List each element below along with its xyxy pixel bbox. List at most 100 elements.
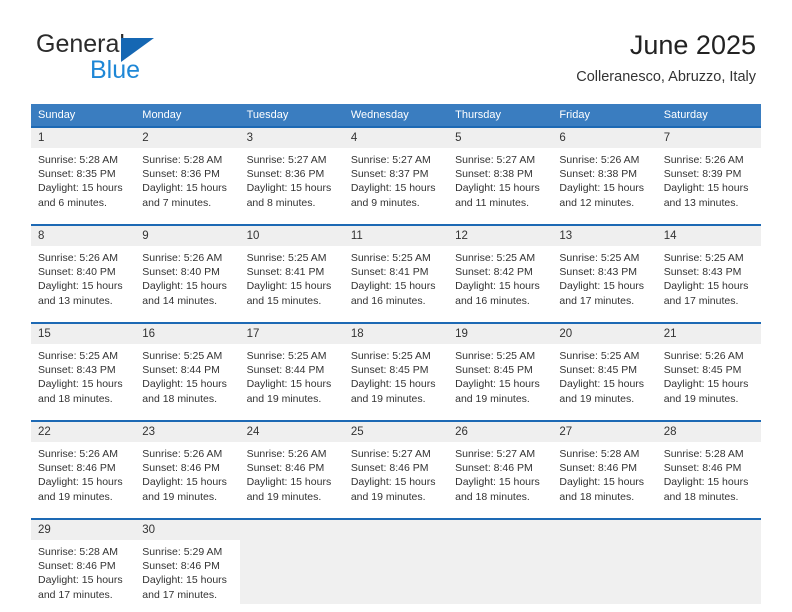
calendar-day-cell[interactable]: 21 Sunrise: 5:26 AM Sunset: 8:45 PM Dayligh…	[656, 322, 761, 408]
calendar-cell	[448, 518, 553, 604]
sunset-text: Sunset: 8:46 PM	[142, 560, 220, 573]
calendar-day-cell[interactable]: 27 Sunrise: 5:28 AM Sunset: 8:46 PM Dayligh…	[552, 420, 657, 506]
sunset-text: Sunset: 8:46 PM	[38, 462, 116, 475]
calendar-cell: 30 Sunrise: 5:29 AM Sunset: 8:46 PM Dayligh…	[135, 518, 240, 604]
calendar-day-cell[interactable]: 15 Sunrise: 5:25 AM Sunset: 8:43 PM Dayligh…	[31, 322, 136, 408]
calendar-day-cell[interactable]: 11 Sunrise: 5:25 AM Sunset: 8:41 PM Dayligh…	[343, 224, 449, 310]
daylight-text-line2: and 17 minutes.	[663, 294, 739, 307]
calendar-day-cell[interactable]: 16 Sunrise: 5:25 AM Sunset: 8:44 PM Dayligh…	[135, 322, 240, 408]
daylight-text-line1: Daylight: 15 hours	[455, 280, 540, 293]
daylight-text-line1: Daylight: 15 hours	[455, 476, 540, 489]
daylight-text-line1: Daylight: 15 hours	[246, 378, 332, 391]
calendar-day-cell[interactable]: 10 Sunrise: 5:25 AM Sunset: 8:41 PM Dayligh…	[239, 224, 344, 310]
day-number-band	[343, 520, 449, 540]
calendar-cell: 6 Sunrise: 5:26 AM Sunset: 8:38 PM Daylight…	[552, 126, 657, 212]
sunrise-text: Sunrise: 5:27 AM	[246, 154, 327, 166]
calendar-day-cell[interactable]: 30 Sunrise: 5:29 AM Sunset: 8:46 PM Dayligh…	[135, 518, 240, 604]
calendar-week-row: 15 Sunrise: 5:25 AM Sunset: 8:43 PM Dayligh…	[31, 322, 761, 408]
day-details: Sunrise: 5:25 AM Sunset: 8:44 PM Daylight:…	[240, 344, 344, 406]
calendar-cell: 23 Sunrise: 5:26 AM Sunset: 8:46 PM Dayligh…	[135, 420, 240, 506]
day-details: Sunrise: 5:27 AM Sunset: 8:37 PM Daylight:…	[344, 148, 448, 210]
logo-text-general: General	[36, 30, 125, 58]
day-details: Sunrise: 5:26 AM Sunset: 8:45 PM Daylight:…	[657, 344, 761, 406]
daylight-text-line1: Daylight: 15 hours	[142, 574, 227, 587]
daylight-text-line1: Daylight: 15 hours	[559, 378, 645, 391]
calendar-day-cell[interactable]: 2 Sunrise: 5:28 AM Sunset: 8:36 PM Daylight…	[135, 126, 240, 212]
weekday-header-friday: Friday	[552, 104, 657, 126]
calendar-page: General Blue June 2025 Colleranesco, Abr…	[0, 0, 792, 612]
sunrise-text: Sunrise: 5:27 AM	[350, 154, 431, 166]
sunset-text: Sunset: 8:36 PM	[246, 168, 325, 181]
daylight-text-line1: Daylight: 15 hours	[350, 378, 436, 391]
day-details: Sunrise: 5:28 AM Sunset: 8:46 PM Daylight:…	[657, 442, 761, 504]
calendar-day-cell[interactable]: 6 Sunrise: 5:26 AM Sunset: 8:38 PM Daylight…	[552, 126, 657, 212]
day-details: Sunrise: 5:25 AM Sunset: 8:45 PM Daylight:…	[344, 344, 448, 406]
sunset-text: Sunset: 8:37 PM	[350, 168, 429, 181]
day-details: Sunrise: 5:26 AM Sunset: 8:46 PM Daylight:…	[31, 442, 135, 504]
calendar-cell: 2 Sunrise: 5:28 AM Sunset: 8:36 PM Daylight…	[135, 126, 240, 212]
weekday-header-tuesday: Tuesday	[239, 104, 344, 126]
sunrise-text: Sunrise: 5:25 AM	[559, 350, 640, 362]
daylight-text-line2: and 17 minutes.	[38, 588, 113, 601]
day-number-band	[239, 520, 344, 540]
calendar-day-cell[interactable]: 17 Sunrise: 5:25 AM Sunset: 8:44 PM Dayligh…	[239, 322, 344, 408]
sunset-text: Sunset: 8:35 PM	[38, 168, 116, 181]
sunset-text: Sunset: 8:38 PM	[559, 168, 638, 181]
page-header: General Blue June 2025 Colleranesco, Abr…	[0, 0, 792, 100]
calendar-day-cell[interactable]: 7 Sunrise: 5:26 AM Sunset: 8:39 PM Daylight…	[656, 126, 761, 212]
daylight-text-line2: and 19 minutes.	[246, 490, 322, 503]
daylight-text-line2: and 12 minutes.	[559, 196, 635, 209]
day-details: Sunrise: 5:28 AM Sunset: 8:46 PM Daylight:…	[552, 442, 656, 504]
day-details: Sunrise: 5:25 AM Sunset: 8:45 PM Daylight:…	[448, 344, 552, 406]
calendar-cell: 8 Sunrise: 5:26 AM Sunset: 8:40 PM Daylight…	[31, 224, 136, 310]
sunrise-text: Sunrise: 5:28 AM	[38, 546, 118, 558]
weekday-header-sunday: Sunday	[31, 104, 136, 126]
daylight-text-line1: Daylight: 15 hours	[663, 476, 749, 489]
calendar-day-cell[interactable]: 28 Sunrise: 5:28 AM Sunset: 8:46 PM Dayligh…	[656, 420, 761, 506]
daylight-text-line1: Daylight: 15 hours	[663, 182, 749, 195]
calendar-day-cell[interactable]: 8 Sunrise: 5:26 AM Sunset: 8:40 PM Daylight…	[31, 224, 136, 310]
day-details: Sunrise: 5:27 AM Sunset: 8:38 PM Daylight:…	[448, 148, 552, 210]
calendar-cell: 4 Sunrise: 5:27 AM Sunset: 8:37 PM Daylight…	[343, 126, 449, 212]
calendar-day-cell[interactable]: 5 Sunrise: 5:27 AM Sunset: 8:38 PM Daylight…	[448, 126, 553, 212]
calendar-day-cell[interactable]: 23 Sunrise: 5:26 AM Sunset: 8:46 PM Dayligh…	[135, 420, 240, 506]
daylight-text-line2: and 16 minutes.	[350, 294, 426, 307]
daylight-text-line1: Daylight: 15 hours	[663, 280, 749, 293]
sunset-text: Sunset: 8:46 PM	[246, 462, 325, 475]
day-number-band	[552, 520, 657, 540]
daylight-text-line1: Daylight: 15 hours	[38, 280, 123, 293]
day-number: 13	[552, 226, 657, 246]
sunrise-sunset-calendar-table: Sunday Monday Tuesday Wednesday Thursday Frid…	[31, 104, 761, 604]
day-number: 1	[31, 128, 136, 148]
daylight-text-line2: and 6 minutes.	[38, 196, 107, 209]
daylight-text-line2: and 8 minutes.	[246, 196, 316, 209]
calendar-cell: 11 Sunrise: 5:25 AM Sunset: 8:41 PM Dayligh…	[343, 224, 449, 310]
calendar-day-cell[interactable]: 4 Sunrise: 5:27 AM Sunset: 8:37 PM Daylight…	[343, 126, 449, 212]
daylight-text-line1: Daylight: 15 hours	[663, 378, 749, 391]
calendar-day-cell[interactable]: 19 Sunrise: 5:25 AM Sunset: 8:45 PM Dayligh…	[448, 322, 553, 408]
calendar-day-cell[interactable]: 13 Sunrise: 5:25 AM Sunset: 8:43 PM Dayligh…	[552, 224, 657, 310]
sunrise-text: Sunrise: 5:26 AM	[142, 252, 223, 264]
calendar-day-cell[interactable]: 18 Sunrise: 5:25 AM Sunset: 8:45 PM Dayligh…	[343, 322, 449, 408]
daylight-text-line2: and 18 minutes.	[559, 490, 635, 503]
calendar-day-cell[interactable]: 26 Sunrise: 5:27 AM Sunset: 8:46 PM Dayligh…	[448, 420, 553, 506]
calendar-day-cell[interactable]: 12 Sunrise: 5:25 AM Sunset: 8:42 PM Dayligh…	[448, 224, 553, 310]
calendar-day-cell[interactable]: 20 Sunrise: 5:25 AM Sunset: 8:45 PM Dayligh…	[552, 322, 657, 408]
calendar-day-cell[interactable]: 24 Sunrise: 5:26 AM Sunset: 8:46 PM Dayligh…	[239, 420, 344, 506]
calendar-day-cell[interactable]: 29 Sunrise: 5:28 AM Sunset: 8:46 PM Dayligh…	[31, 518, 136, 604]
calendar-cell: 21 Sunrise: 5:26 AM Sunset: 8:45 PM Dayligh…	[656, 322, 761, 408]
general-blue-logo[interactable]: General Blue	[36, 32, 236, 88]
calendar-day-cell[interactable]: 1 Sunrise: 5:28 AM Sunset: 8:35 PM Daylight…	[31, 126, 136, 212]
calendar-day-cell[interactable]: 9 Sunrise: 5:26 AM Sunset: 8:40 PM Daylight…	[135, 224, 240, 310]
calendar-day-cell[interactable]: 22 Sunrise: 5:26 AM Sunset: 8:46 PM Dayligh…	[31, 420, 136, 506]
calendar-day-cell[interactable]: 25 Sunrise: 5:27 AM Sunset: 8:46 PM Dayligh…	[343, 420, 449, 506]
calendar-day-cell[interactable]: 14 Sunrise: 5:25 AM Sunset: 8:43 PM Dayligh…	[656, 224, 761, 310]
week-spacer-cell	[31, 310, 761, 322]
sunset-text: Sunset: 8:40 PM	[38, 266, 116, 279]
sunrise-text: Sunrise: 5:25 AM	[455, 252, 536, 264]
calendar-day-cell[interactable]: 3 Sunrise: 5:27 AM Sunset: 8:36 PM Daylight…	[239, 126, 344, 212]
day-number: 14	[656, 226, 761, 246]
sunset-text: Sunset: 8:46 PM	[142, 462, 220, 475]
sunset-text: Sunset: 8:46 PM	[455, 462, 533, 475]
calendar-cell: 24 Sunrise: 5:26 AM Sunset: 8:46 PM Dayligh…	[239, 420, 344, 506]
